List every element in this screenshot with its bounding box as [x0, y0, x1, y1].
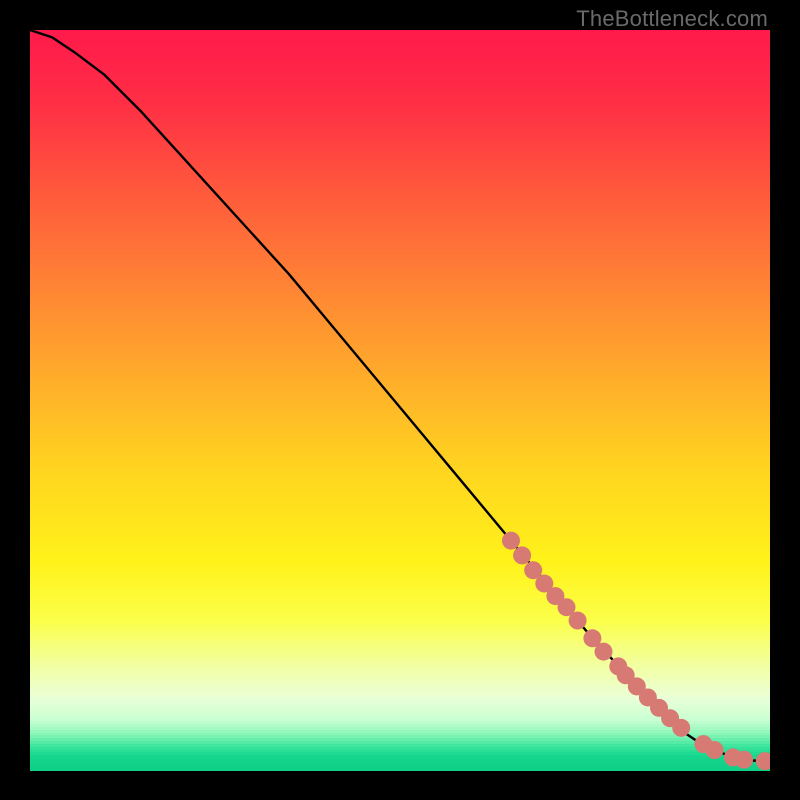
watermark-text: TheBottleneck.com — [576, 6, 768, 32]
chart-overlay-svg — [30, 30, 770, 770]
data-marker — [595, 643, 613, 661]
data-marker — [756, 752, 770, 770]
data-marker — [513, 546, 531, 564]
data-marker — [502, 532, 520, 550]
chart-frame: TheBottleneck.com — [0, 0, 800, 800]
plot-area — [30, 30, 770, 770]
data-marker — [672, 719, 690, 737]
bottleneck-curve — [30, 30, 770, 761]
data-marker — [706, 741, 724, 759]
data-marker — [735, 751, 753, 769]
data-marker — [569, 612, 587, 630]
